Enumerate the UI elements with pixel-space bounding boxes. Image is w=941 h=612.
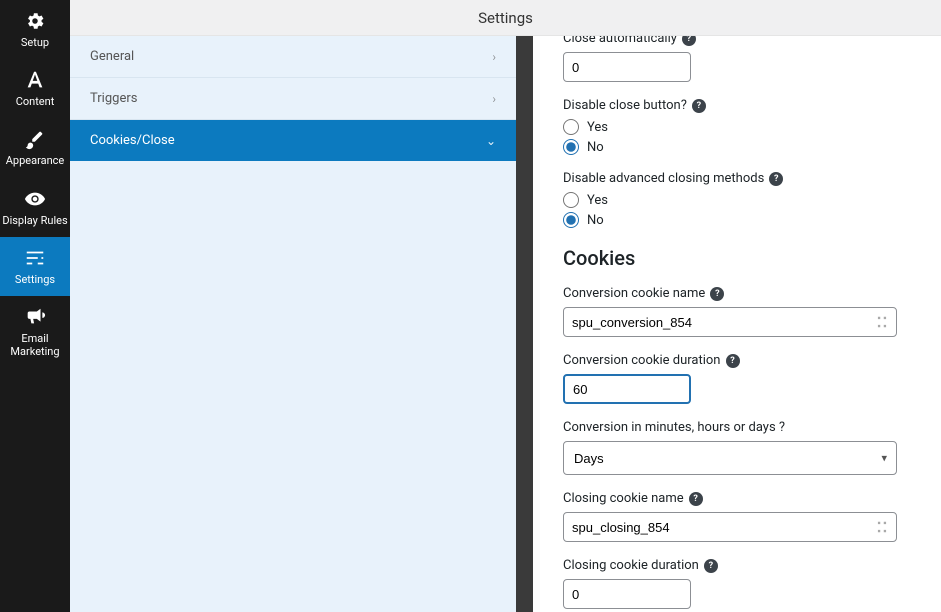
radio-label: Yes: [587, 120, 608, 135]
disable-adv-label: Disable advanced closing methods: [563, 171, 764, 186]
radio-yes[interactable]: [563, 119, 579, 135]
close-auto-input[interactable]: [563, 52, 691, 82]
megaphone-icon: [24, 306, 46, 328]
regenerate-icon[interactable]: [875, 315, 889, 329]
conv-cookie-dur-input[interactable]: [563, 374, 691, 404]
page-title: Settings: [478, 9, 533, 27]
subnav-cookies-close[interactable]: Cookies/Close ⌄: [70, 120, 516, 161]
help-icon[interactable]: ?: [726, 354, 740, 368]
help-icon[interactable]: ?: [769, 172, 783, 186]
tab-settings[interactable]: Settings: [0, 237, 70, 296]
help-icon[interactable]: ?: [704, 559, 718, 573]
disable-close-no[interactable]: No: [563, 139, 911, 155]
close-cookie-name-input[interactable]: [563, 512, 897, 542]
tab-label: Display Rules: [2, 214, 67, 227]
chevron-down-icon: ⌄: [486, 134, 496, 148]
radio-no[interactable]: [563, 212, 579, 228]
sliders-icon: [24, 247, 46, 269]
subnav-label: Cookies/Close: [90, 133, 175, 148]
brush-icon: [24, 128, 46, 150]
tab-setup[interactable]: Setup: [0, 0, 70, 59]
gear-icon: [24, 10, 46, 32]
tab-label: Settings: [15, 273, 55, 286]
radio-label: No: [587, 140, 604, 155]
tab-display-rules[interactable]: Display Rules: [0, 178, 70, 237]
subnav-label: Triggers: [90, 91, 137, 106]
chevron-right-icon: ›: [492, 92, 496, 106]
regenerate-icon[interactable]: [875, 520, 889, 534]
tab-email-marketing[interactable]: Email Marketing: [0, 296, 70, 368]
settings-form: Close automatically ? Disable close butt…: [533, 36, 941, 612]
tab-label: Setup: [21, 36, 49, 49]
subnav-triggers[interactable]: Triggers ›: [70, 78, 516, 120]
conv-cookie-name-input[interactable]: [563, 307, 897, 337]
vertical-divider: [516, 36, 533, 612]
tab-label: Content: [16, 95, 55, 108]
subnav-label: General: [90, 49, 134, 64]
settings-subnav: General › Triggers › Cookies/Close ⌄: [70, 36, 516, 612]
conv-cookie-dur-label: Conversion cookie duration: [563, 353, 721, 368]
tab-label: Email Marketing: [2, 332, 68, 358]
help-icon[interactable]: ?: [692, 99, 706, 113]
disable-adv-no[interactable]: No: [563, 212, 911, 228]
disable-close-yes[interactable]: Yes: [563, 119, 911, 135]
conv-unit-label: Conversion in minutes, hours or days ?: [563, 420, 785, 435]
disable-close-label: Disable close button?: [563, 98, 687, 113]
help-icon[interactable]: ?: [689, 492, 703, 506]
conv-unit-select[interactable]: Days: [563, 441, 897, 475]
close-cookie-name-label: Closing cookie name: [563, 491, 684, 506]
chevron-right-icon: ›: [492, 50, 496, 64]
eye-icon: [24, 188, 46, 210]
help-icon[interactable]: ?: [710, 287, 724, 301]
radio-label: Yes: [587, 193, 608, 208]
radio-no[interactable]: [563, 139, 579, 155]
icon-sidebar: Setup Content Appearance Display Rules S…: [0, 0, 70, 612]
disable-adv-yes[interactable]: Yes: [563, 192, 911, 208]
radio-label: No: [587, 213, 604, 228]
cookies-heading: Cookies: [563, 246, 911, 270]
tab-label: Appearance: [6, 154, 65, 167]
tab-appearance[interactable]: Appearance: [0, 118, 70, 177]
subnav-general[interactable]: General ›: [70, 36, 516, 78]
radio-yes[interactable]: [563, 192, 579, 208]
close-cookie-dur-input[interactable]: [563, 579, 691, 609]
page-header: Settings: [70, 0, 941, 36]
tab-content[interactable]: Content: [0, 59, 70, 118]
close-cookie-dur-label: Closing cookie duration: [563, 558, 699, 573]
help-icon[interactable]: ?: [682, 36, 696, 46]
close-auto-label: Close automatically: [563, 36, 677, 46]
text-a-icon: [24, 69, 46, 91]
conv-cookie-name-label: Conversion cookie name: [563, 286, 705, 301]
